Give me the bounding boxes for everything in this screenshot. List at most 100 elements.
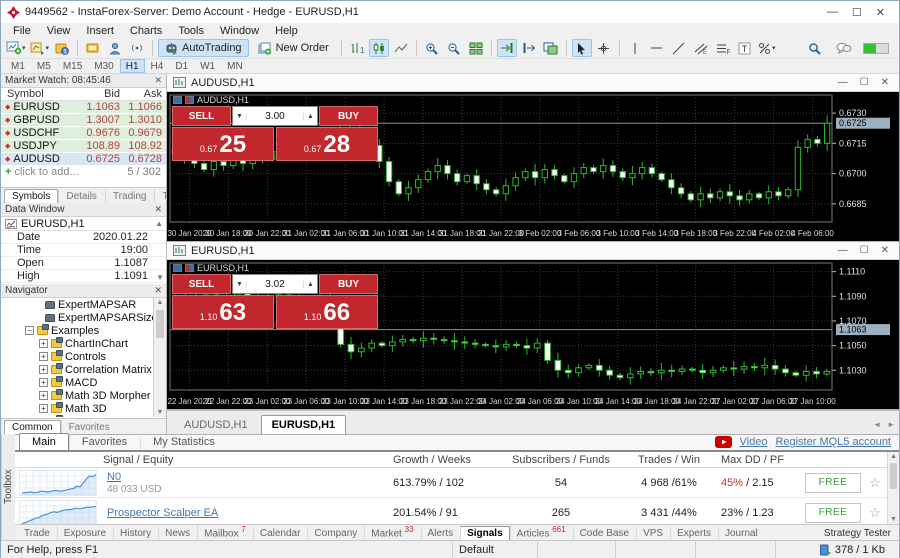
volume-value[interactable]: 3.02 — [247, 279, 303, 290]
timeframe-m1[interactable]: M1 — [5, 59, 31, 73]
favorite-star-icon[interactable]: ☆ — [863, 505, 887, 521]
expand-icon[interactable]: + — [39, 352, 48, 361]
crosshair-tool-icon[interactable] — [594, 39, 614, 57]
market-watch-row-audusd[interactable]: ◆AUDUSD0.67250.6728 — [1, 153, 166, 166]
chart-maximize-button[interactable]: ☐ — [860, 77, 869, 88]
status-profile[interactable]: Default — [453, 541, 538, 558]
toolbox-tab-journal[interactable]: Journal — [718, 526, 765, 540]
market-watch-tab-trading[interactable]: Trading — [105, 189, 155, 203]
sell-price[interactable]: 1.1063 — [172, 295, 274, 329]
menu-insert[interactable]: Insert — [78, 25, 122, 37]
toolbox-tab-articles[interactable]: Articles 661 — [510, 523, 573, 540]
arrows-tool-icon[interactable]: ▾ — [757, 39, 777, 57]
scroll-down-icon[interactable]: ▼ — [888, 516, 899, 523]
video-link[interactable]: Video — [740, 436, 768, 448]
vertical-line-tool-icon[interactable] — [625, 39, 645, 57]
navigator-close-icon[interactable]: ✕ — [154, 285, 162, 296]
buy-price[interactable]: 1.1066 — [276, 295, 378, 329]
market-watch-row-usdchf[interactable]: ◆USDCHF0.96760.9679 — [1, 127, 166, 140]
market-watch-tab-symbols[interactable]: Symbols — [4, 189, 58, 203]
toolbox-tab-mailbox[interactable]: Mailbox 7 — [197, 523, 253, 540]
navigator-item-correlation-matrix-3d[interactable]: +Correlation Matrix 3D — [1, 363, 153, 376]
toolbox-tab-alerts[interactable]: Alerts — [421, 526, 461, 540]
market-watch-row-usdjpy[interactable]: ◆USDJPY108.89108.92 — [1, 140, 166, 153]
market-watch-row-gbpusd[interactable]: ◆GBPUSD1.30071.3010 — [1, 114, 166, 127]
free-button[interactable]: FREE — [805, 473, 861, 493]
navigator-item-macd[interactable]: +MACD — [1, 376, 153, 389]
navigator-item-controls[interactable]: +Controls — [1, 350, 153, 363]
close-button[interactable]: ✕ — [876, 6, 885, 19]
toolbox-tab-history[interactable]: History — [113, 526, 158, 540]
text-tool-icon[interactable]: T — [735, 39, 755, 57]
tile-windows-icon[interactable] — [466, 39, 486, 57]
register-mql5-link[interactable]: Register MQL5 account — [775, 436, 891, 448]
navigator-tab-common[interactable]: Common — [4, 420, 61, 434]
signal-row-prospector-scalper-ea[interactable]: Prospector Scalper EA201.54% / 912653 43… — [15, 498, 887, 524]
toolbox-tab-trade[interactable]: Trade — [17, 526, 57, 540]
toolbox-tab-news[interactable]: News — [158, 526, 197, 540]
chart-shift-icon[interactable] — [519, 39, 539, 57]
signal-row-n0[interactable]: N048 033 USD613.79% / 102544 968 /61%45%… — [15, 468, 887, 498]
favorite-star-icon[interactable]: ☆ — [863, 475, 887, 491]
navigator-item-chartinchart[interactable]: +ChartInChart — [1, 337, 153, 350]
collapse-icon[interactable]: − — [25, 326, 34, 335]
scroll-up-icon[interactable]: ▲ — [154, 299, 166, 306]
chart-minimize-button[interactable]: — — [838, 245, 848, 256]
buy-button[interactable]: BUY — [319, 274, 378, 294]
chart-maximize-button[interactable]: ☐ — [860, 245, 869, 256]
signals-scrollbar[interactable]: ▲ ▼ — [887, 452, 899, 524]
new-chart-icon[interactable]: ▾ — [5, 39, 27, 57]
navigator-item-math-3d-morpher[interactable]: +Math 3D Morpher — [1, 389, 153, 402]
navigator-scrollbar[interactable]: ▲ ▼ — [153, 298, 166, 417]
timeframe-d1[interactable]: D1 — [169, 59, 194, 73]
chart-tab-eurusd-h1[interactable]: EURUSD,H1 — [261, 415, 347, 434]
autotrading-button[interactable]: AutoTrading — [158, 39, 249, 57]
signals-tab-my-statistics[interactable]: My Statistics — [140, 433, 228, 450]
menu-tools[interactable]: Tools — [170, 25, 212, 37]
volume-value[interactable]: 3.00 — [247, 111, 303, 122]
toolbox-tab-vps[interactable]: VPS — [636, 526, 670, 540]
menu-help[interactable]: Help — [267, 25, 306, 37]
free-button[interactable]: FREE — [805, 503, 861, 523]
buy-price[interactable]: 0.6728 — [276, 127, 378, 161]
youtube-icon[interactable] — [715, 436, 732, 448]
expand-icon[interactable]: + — [39, 391, 48, 400]
minimize-button[interactable]: — — [827, 6, 838, 19]
timeframe-h1[interactable]: H1 — [120, 59, 145, 73]
navigator-item-math-3d[interactable]: +Math 3D — [1, 402, 153, 415]
scroll-down-icon[interactable]: ▼ — [154, 409, 166, 416]
data-window-close-icon[interactable]: ✕ — [154, 204, 162, 215]
chart-tabs-scroll-right-icon[interactable]: ► — [887, 420, 895, 429]
toolbox-tab-company[interactable]: Company — [307, 526, 364, 540]
expand-icon[interactable]: + — [39, 404, 48, 413]
chart-minimize-button[interactable]: — — [838, 77, 848, 88]
docking-icon[interactable] — [541, 39, 561, 57]
candlestick-mode-icon[interactable] — [369, 39, 389, 57]
expand-icon[interactable]: + — [39, 378, 48, 387]
navigator-item-expertmapsar[interactable]: ExpertMAPSAR — [1, 298, 153, 311]
expand-icon[interactable]: + — [39, 365, 48, 374]
chart-window-titlebar[interactable]: AUDUSD,H1 — ☐ ✕ — [167, 74, 899, 92]
market-watch-close-icon[interactable]: ✕ — [154, 75, 162, 86]
volume-input[interactable]: ▼ 3.00 ▲ — [232, 106, 318, 126]
sell-price[interactable]: 0.6725 — [172, 127, 274, 161]
profiles-icon[interactable]: ▾ — [29, 39, 51, 57]
chart-tab-audusd-h1[interactable]: AUDUSD,H1 — [173, 415, 259, 434]
menu-file[interactable]: File — [5, 25, 39, 37]
chart-close-button[interactable]: ✕ — [881, 245, 889, 256]
bar-chart-mode-icon[interactable]: 1 — [347, 39, 367, 57]
chart-window-titlebar[interactable]: EURUSD,H1 — ☐ ✕ — [167, 242, 899, 260]
timeframe-m5[interactable]: M5 — [31, 59, 57, 73]
timeframe-m15[interactable]: M15 — [57, 59, 88, 73]
data-window-scroll-down-icon[interactable]: ▼ — [156, 273, 164, 282]
eurusd-candlestick-chart[interactable]: EURUSD,H1 SELL ▼ 3.02 ▲ BUY 1.1063 — [167, 260, 899, 409]
buy-button[interactable]: BUY — [319, 106, 378, 126]
navigator-item-moving-average[interactable]: +Moving Average — [1, 415, 153, 417]
menu-window[interactable]: Window — [212, 25, 267, 37]
depth-of-market-icon[interactable] — [185, 96, 194, 104]
auto-scroll-icon[interactable] — [497, 39, 517, 57]
trendline-tool-icon[interactable] — [669, 39, 689, 57]
timeframe-m30[interactable]: M30 — [88, 59, 119, 73]
toolbox-tab-calendar[interactable]: Calendar — [253, 526, 308, 540]
signal-name-link[interactable]: Prospector Scalper EA — [107, 507, 218, 519]
